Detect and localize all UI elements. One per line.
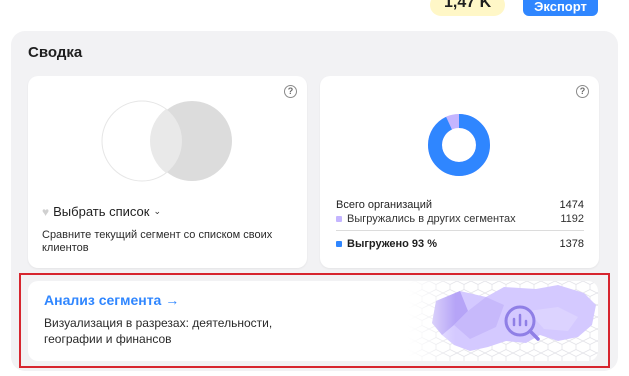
stat-divider bbox=[336, 230, 584, 231]
export-button[interactable]: Экспорт bbox=[523, 0, 598, 16]
stat-other-row: Выгружались в других сегментах 1192 bbox=[336, 213, 584, 225]
compare-description: Сравните текущий сегмент со списком свои… bbox=[42, 229, 273, 254]
stat-total-row: Всего организаций 1474 bbox=[336, 199, 584, 211]
stat-exported-value: 1378 bbox=[559, 238, 584, 250]
venn-diagram-icon bbox=[101, 100, 232, 182]
legend-swatch-purple bbox=[336, 216, 342, 222]
donut-exported-segment bbox=[428, 114, 490, 176]
choose-list-dropdown[interactable]: ♥ Выбрать список ⌄ bbox=[42, 204, 161, 219]
stat-other-value: 1192 bbox=[560, 213, 584, 225]
russia-map-icon bbox=[408, 281, 598, 361]
stat-exported-row: Выгружено 93 % 1378 bbox=[336, 238, 584, 250]
segment-analysis-description: Визуализация в разрезах: деятельности, г… bbox=[44, 316, 273, 346]
segment-analysis-card[interactable]: Анализ сегмента → Визуализация в разреза… bbox=[28, 281, 598, 361]
help-icon[interactable]: ? bbox=[576, 85, 589, 98]
heart-icon: ♥ bbox=[42, 204, 50, 219]
segment-stats-card: ? Всего организаций 1474 Выгружались в д… bbox=[320, 76, 599, 268]
summary-title: Сводка bbox=[28, 44, 83, 61]
segment-analysis-link[interactable]: Анализ сегмента → bbox=[44, 292, 179, 308]
stat-total-label: Всего организаций bbox=[336, 199, 432, 211]
segment-analysis-title: Анализ сегмента bbox=[44, 292, 162, 308]
choose-list-label: Выбрать список bbox=[53, 204, 150, 219]
donut-chart bbox=[428, 114, 490, 176]
stat-total-value: 1474 bbox=[559, 199, 584, 211]
count-badge: 1,47 K bbox=[430, 0, 506, 16]
help-icon[interactable]: ? bbox=[284, 85, 297, 98]
legend-swatch-blue bbox=[336, 241, 342, 247]
stat-other-label: Выгружались в других сегментах bbox=[347, 213, 516, 225]
compare-list-card: ? ♥ Выбрать список ⌄ Сравните текущий се… bbox=[28, 76, 307, 268]
arrow-right-icon: → bbox=[165, 292, 180, 308]
chevron-down-icon: ⌄ bbox=[153, 206, 162, 216]
stat-exported-label: Выгружено 93 % bbox=[347, 238, 438, 250]
